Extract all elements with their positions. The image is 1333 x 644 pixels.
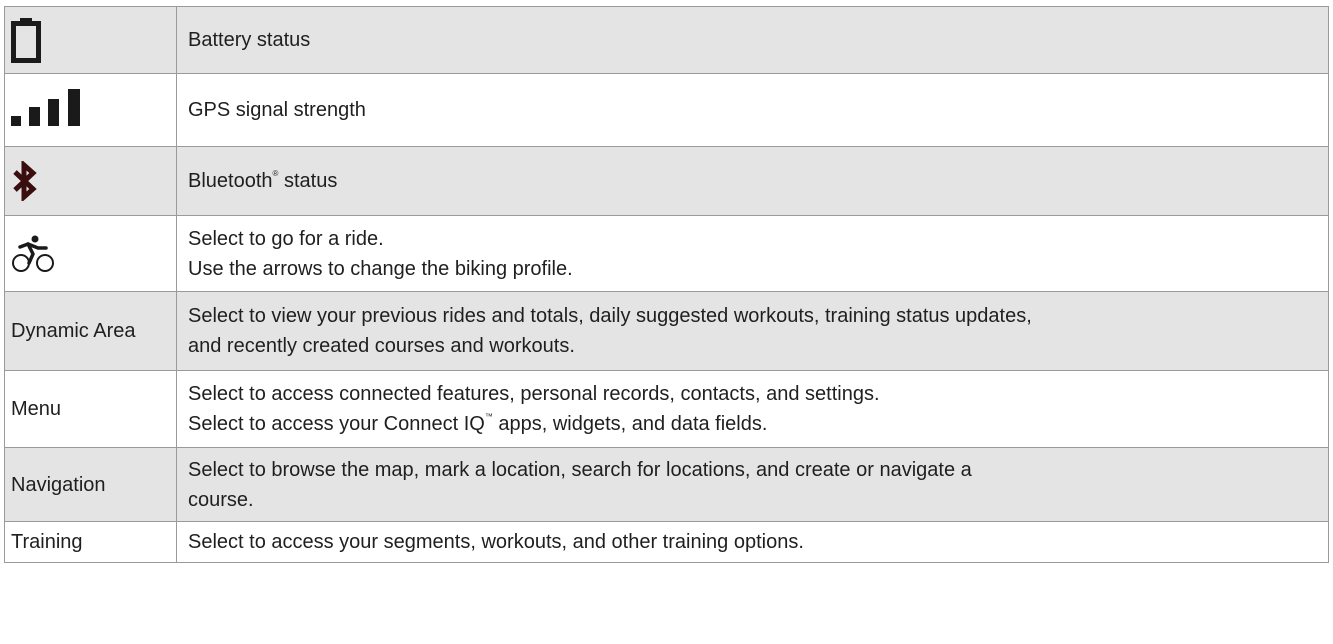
description-cell: Select to access your segments, workouts… [176,521,1329,563]
description-line: Select to access your segments, workouts… [188,531,804,553]
description-line: course. [188,488,254,511]
description-line-end: apps, widgets, and data fields. [492,413,768,435]
trademark-mark: ™ [484,412,493,421]
feature-table: Battery status GPS signal strength Bluet… [4,6,1329,563]
description-text-end: status [278,170,338,192]
bluetooth-icon [13,161,37,201]
description-line: Select to access connected features, per… [188,383,880,405]
item-label: Navigation [4,447,177,522]
table-row: Dynamic Area Select to view your previou… [4,291,1329,371]
bike-icon [12,235,54,272]
description-line: and recently created courses and workout… [188,335,575,357]
icon-cell [4,73,177,147]
table-row: Battery status [4,6,1329,74]
table-row: GPS signal strength [4,73,1329,147]
description-text: GPS signal strength [188,99,366,121]
table-row: Training Select to access your segments,… [4,521,1329,563]
description-text: Bluetooth [188,170,273,192]
table-row: Navigation Select to browse the map, mar… [4,447,1329,522]
icon-cell [4,6,177,74]
description-cell: Select to browse the map, mark a locatio… [176,447,1329,522]
description-cell: Battery status [176,6,1329,74]
description-cell: GPS signal strength [176,73,1329,147]
description-cell: Select to view your previous rides and t… [176,291,1329,371]
description-line: Select to access your Connect IQ [188,413,485,435]
table-row: Menu Select to access connected features… [4,370,1329,448]
table-row: Bluetooth® status [4,146,1329,216]
table-row: Select to go for a ride. Use the arrows … [4,215,1329,292]
description-cell: Select to access connected features, per… [176,370,1329,448]
item-label: Menu [4,370,177,448]
description-line: Select to view your previous rides and t… [188,305,1032,327]
description-line: Select to browse the map, mark a locatio… [188,458,972,481]
description-line: Select to go for a ride. [188,227,384,250]
description-cell: Bluetooth® status [176,146,1329,216]
battery-icon [11,18,41,63]
item-label: Training [4,521,177,563]
item-label: Dynamic Area [4,291,177,371]
description-text: Battery status [188,29,311,51]
icon-cell [4,215,177,292]
description-line: Use the arrows to change the biking prof… [188,257,573,280]
icon-cell [4,146,177,216]
description-cell: Select to go for a ride. Use the arrows … [176,215,1329,292]
registered-mark: ® [272,169,279,178]
gps-signal-icon [11,89,80,126]
